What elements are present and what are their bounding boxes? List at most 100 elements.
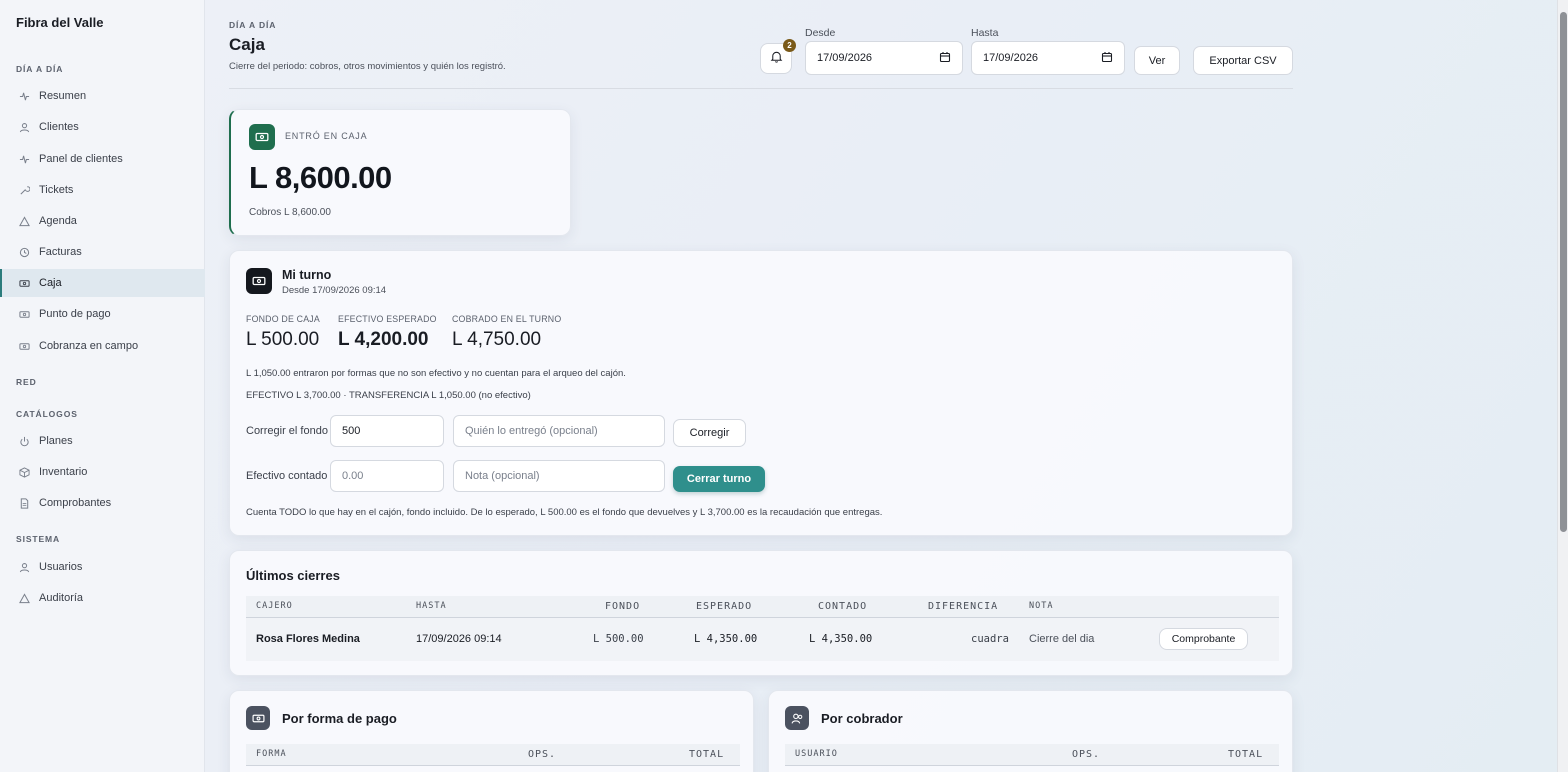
warning-icon [18,215,30,227]
cobrador-table-header: USUARIO OPS. TOTAL [785,744,1279,766]
fondo-label: FONDO DE CAJA [246,314,320,324]
diferencia-cell: cuadra [971,633,1009,645]
cash-icon [249,124,275,150]
sidebar-item-label: Punto de pago [39,308,111,320]
cash-icon [246,268,272,294]
corregir-button[interactable]: Corregir [673,419,746,447]
sidebar-item-tickets[interactable]: Tickets [0,176,205,204]
cash-icon [18,308,30,320]
forma-pago-title: Por forma de pago [282,711,397,726]
por-cobrador-card: Por cobrador USUARIO OPS. TOTAL [768,690,1293,772]
table-row: Rosa Flores Medina 17/09/2026 09:14 L 50… [246,618,1279,661]
column-header-cajero: CAJERO [256,601,293,611]
no-efectivo-note: L 1,050.00 entraron por formas que no so… [246,368,626,379]
cash-icon [18,340,30,352]
calendar-icon[interactable] [1101,51,1113,66]
sidebar-item-label: Clientes [39,121,79,133]
calendar-icon[interactable] [939,51,951,66]
mi-turno-card: Mi turno Desde 17/09/2026 09:14 FONDO DE… [229,250,1293,536]
fondo-value: L 500.00 [246,329,320,350]
column-header-fondo: FONDO [605,601,641,612]
hasta-date-input[interactable]: 17/09/2026 [971,41,1125,75]
pulse-icon [18,153,30,165]
breakdown-note: EFECTIVO L 3,700.00 · TRANSFERENCIA L 1,… [246,390,531,401]
desde-date-value: 17/09/2026 [817,52,873,64]
sidebar-item-clientes[interactable]: Clientes [0,113,205,141]
cierres-table-header: CAJERO HASTA FONDO ESPERADO CONTADO DIFE… [246,596,1279,618]
ultimos-cierres-card: Últimos cierres CAJERO HASTA FONDO ESPER… [229,550,1293,676]
user-icon [18,121,30,133]
sidebar-item-usuarios[interactable]: Usuarios [0,553,205,581]
sidebar-item-resumen[interactable]: Resumen [0,82,205,110]
cobrado-value: L 4,750.00 [452,329,542,350]
document-icon [18,497,30,509]
nota-cell: Cierre del dia [1029,633,1095,645]
kpi-value: L 8,600.00 [249,160,392,195]
section-label-red: RED [16,377,37,387]
page-scrollbar[interactable] [1557,0,1568,772]
bell-icon [770,50,783,68]
section-label-sistema: SISTEMA [16,534,61,544]
sidebar-item-caja[interactable]: Caja [0,269,205,297]
sidebar-item-auditoria[interactable]: Auditoría [0,584,205,612]
wrench-icon [18,184,30,196]
sidebar-item-panel-de-clientes[interactable]: Panel de clientes [0,145,205,173]
sidebar-item-comprobantes[interactable]: Comprobantes [0,489,205,517]
sidebar-item-inventario[interactable]: Inventario [0,458,205,486]
fondo-input[interactable]: 500 [330,415,444,447]
column-header-contado: CONTADO [818,601,868,612]
sidebar-item-punto-de-pago[interactable]: Punto de pago [0,300,205,328]
sidebar-item-label: Facturas [39,246,82,258]
sidebar-item-label: Cobranza en campo [39,340,139,352]
pulse-icon [18,90,30,102]
clock-icon [18,246,30,258]
sidebar-item-label: Agenda [39,215,77,227]
comprobante-button[interactable]: Comprobante [1159,628,1248,650]
quien-entrego-input[interactable]: Quién lo entregó (opcional) [453,415,665,447]
section-label-dia: DÍA A DÍA [16,64,64,74]
column-header-total: TOTAL [689,749,725,760]
brand-name: Fibra del Valle [16,15,104,30]
notification-count-badge: 2 [783,39,796,52]
sidebar-item-planes[interactable]: Planes [0,427,205,455]
turno-since: Desde 17/09/2026 09:14 [282,285,387,296]
kpi-label: ENTRÓ EN CAJA [285,131,368,141]
sidebar: Fibra del Valle DÍA A DÍA Resumen Client… [0,0,205,772]
turno-title: Mi turno [282,268,332,282]
cobrado-label: COBRADO EN EL TURNO [452,314,562,324]
export-csv-button[interactable]: Exportar CSV [1193,46,1293,75]
users-icon [785,706,809,730]
forma-pago-table-header: FORMA OPS. TOTAL [246,744,740,766]
desde-date-input[interactable]: 17/09/2026 [805,41,963,75]
sidebar-item-label: Comprobantes [39,497,112,509]
hasta-label: Hasta [971,27,999,39]
notifications-button[interactable]: 2 [760,39,796,74]
cerrar-turno-button[interactable]: Cerrar turno [673,466,765,492]
sidebar-item-agenda[interactable]: Agenda [0,207,205,235]
ver-button[interactable]: Ver [1134,46,1180,75]
column-header-diferencia: DIFERENCIA [928,601,999,612]
cash-icon [246,706,270,730]
column-header-hasta: HASTA [416,601,447,611]
column-header-ops: OPS. [1072,749,1101,760]
column-header-total: TOTAL [1228,749,1264,760]
scrollbar-thumb[interactable] [1560,12,1567,532]
kpi-card-entro-en-caja: ENTRÓ EN CAJA L 8,600.00 Cobros L 8,600.… [229,109,571,236]
power-icon [18,435,30,447]
section-label-catalogos: CATÁLOGOS [16,409,78,419]
warning-icon [18,592,30,604]
sidebar-item-cobranza-en-campo[interactable]: Cobranza en campo [0,332,205,360]
page-title: Caja [229,35,265,54]
sidebar-item-label: Caja [39,277,62,289]
sidebar-item-label: Panel de clientes [39,153,123,165]
kpi-subtext: Cobros L 8,600.00 [249,207,331,218]
sidebar-item-label: Inventario [39,466,88,478]
column-header-esperado: ESPERADO [696,601,753,612]
sidebar-item-facturas[interactable]: Facturas [0,238,205,266]
efectivo-contado-input[interactable]: 0.00 [330,460,444,492]
sidebar-item-label: Tickets [39,184,74,196]
user-icon [18,561,30,573]
turno-footer-note: Cuenta TODO lo que hay en el cajón, fond… [246,507,883,518]
contado-cell: L 4,350.00 [809,633,873,645]
nota-input[interactable]: Nota (opcional) [453,460,665,492]
